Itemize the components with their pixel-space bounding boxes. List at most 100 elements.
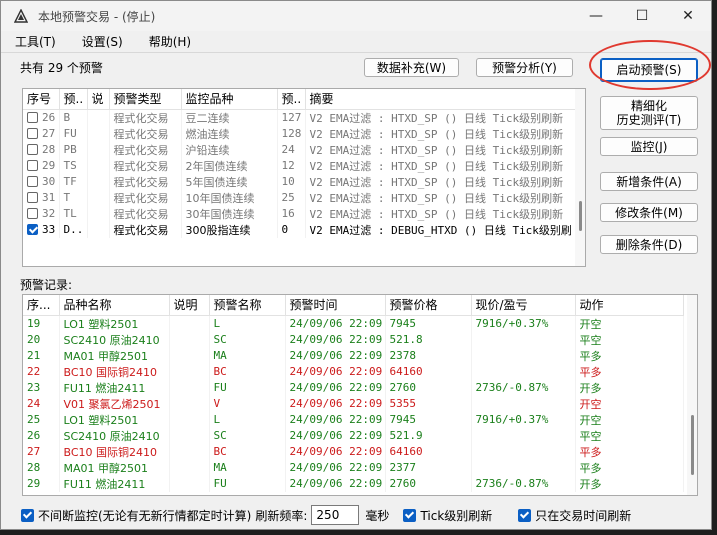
rule-checkbox[interactable] <box>27 128 38 139</box>
rule-note <box>87 173 110 190</box>
log-row[interactable]: 27 BC10 国际铜2410 BC 24/09/06 22:09 64160 平多 <box>23 443 684 460</box>
modify-condition-button[interactable]: 修改条件(M) <box>600 203 698 222</box>
window-title: 本地预警交易 - (停止) <box>38 9 156 24</box>
rule-type: 程式化交易 <box>109 221 182 238</box>
minimize-button[interactable]: — <box>573 1 619 31</box>
log-pnl: 2736/-0.87% <box>471 379 576 396</box>
rules-col-code[interactable]: 预.. <box>59 89 88 110</box>
menu-settings[interactable]: 设置(S) <box>76 32 129 51</box>
rule-symbol: 30年国债连续 <box>181 205 278 222</box>
main-window: 本地预警交易 - (停止) — ☐ ✕ 工具(T) 设置(S) 帮助(H) 共有… <box>0 0 712 530</box>
rule-no: 27 <box>42 127 56 140</box>
rules-scroll-thumb[interactable] <box>579 201 582 231</box>
log-row[interactable]: 22 BC10 国际铜2410 BC 24/09/06 22:09 64160 平多 <box>23 363 684 380</box>
checkbox-checked-icon <box>518 508 532 522</box>
rule-row[interactable]: 28 PB 程式化交易 沪铅连续 24 V2 EMA过滤 : HTXD_SP () 日线 … <box>23 141 584 158</box>
log-price: 521.9 <box>385 427 472 444</box>
log-row[interactable]: 29 FU11 燃油2411 FU 24/09/06 22:09 2760 2736/-0… <box>23 475 684 492</box>
rule-row[interactable]: 32 TL 程式化交易 30年国债连续 16 V2 EMA过滤 : HTXD_SP () … <box>23 205 584 222</box>
rules-col-note[interactable]: 说 <box>87 89 110 110</box>
bottom-options-bar: 不间断监控(无论有无新行情都定时计算) 刷新频率: 毫秒 Tick级别刷新 只在… <box>1 503 711 527</box>
rule-row[interactable]: 27 FU 程式化交易 燃油连续 128 V2 EMA过滤 : HTXD_SP () 日线… <box>23 125 584 142</box>
rule-checkbox[interactable] <box>27 144 38 155</box>
trade-time-refresh-checkbox[interactable]: 只在交易时间刷新 <box>518 507 631 524</box>
log-note <box>169 347 210 364</box>
refresh-rate-unit: 毫秒 <box>365 508 390 523</box>
rules-col-count[interactable]: 预.. <box>277 89 306 110</box>
refresh-rate-input[interactable] <box>311 505 360 525</box>
log-price: 2378 <box>385 347 472 364</box>
log-no: 20 <box>23 331 60 348</box>
log-row[interactable]: 21 MA01 甲醇2501 MA 24/09/06 22:09 2378 平多 <box>23 347 684 364</box>
rule-checkbox[interactable] <box>27 224 38 235</box>
delete-condition-button[interactable]: 删除条件(D) <box>600 235 698 254</box>
maximize-button[interactable]: ☐ <box>619 1 665 31</box>
log-pnl: 2736/-0.87% <box>471 475 576 492</box>
rule-checkbox[interactable] <box>27 160 38 171</box>
log-pnl <box>471 363 576 380</box>
log-col-product[interactable]: 品种名称 <box>59 295 170 316</box>
data-fill-button[interactable]: 数据补充(W) <box>364 58 459 77</box>
log-col-alert[interactable]: 预警名称 <box>209 295 286 316</box>
monitor-button[interactable]: 监控(J) <box>600 137 698 156</box>
checkbox-checked-icon <box>21 508 34 522</box>
rule-checkbox[interactable] <box>27 112 38 123</box>
rule-summary: V2 EMA过滤 : HTXD_SP () 日线 Tick级别刷新 <box>305 109 584 126</box>
refine-backtest-button[interactable]: 精细化 历史测评(T) <box>600 96 698 130</box>
log-pnl <box>471 395 576 412</box>
rule-row[interactable]: 26 B 程式化交易 豆二连续 127 V2 EMA过滤 : HTXD_SP () 日线 … <box>23 109 584 126</box>
rule-symbol: 10年国债连续 <box>181 189 278 206</box>
start-alert-button[interactable]: 启动预警(S) <box>600 58 698 82</box>
rule-checkbox[interactable] <box>27 192 38 203</box>
log-row[interactable]: 19 LO1 塑料2501 L 24/09/06 22:09 7945 7916/+0.3… <box>23 315 684 332</box>
log-col-pnl[interactable]: 现价/盈亏 <box>471 295 576 316</box>
log-row[interactable]: 26 SC2410 原油2410 SC 24/09/06 22:09 521.9 平空 <box>23 427 684 444</box>
log-note <box>169 363 210 380</box>
rule-count: 24 <box>277 141 306 158</box>
menu-tools[interactable]: 工具(T) <box>9 32 62 51</box>
alert-analysis-button[interactable]: 预警分析(Y) <box>476 58 573 77</box>
log-row[interactable]: 25 LO1 塑料2501 L 24/09/06 22:09 7945 7916/+0.3… <box>23 411 684 428</box>
log-row[interactable]: 24 V01 聚氯乙烯2501 V 24/09/06 22:09 5355 开空 <box>23 395 684 412</box>
rule-type: 程式化交易 <box>109 205 182 222</box>
rules-col-symbol[interactable]: 监控品种 <box>181 89 278 110</box>
log-pnl <box>471 331 576 348</box>
log-no: 21 <box>23 347 60 364</box>
log-scroll-thumb[interactable] <box>691 415 694 475</box>
log-pnl <box>471 347 576 364</box>
log-row[interactable]: 23 FU11 燃油2411 FU 24/09/06 22:09 2760 2736/-0… <box>23 379 684 396</box>
log-row[interactable]: 28 MA01 甲醇2501 MA 24/09/06 22:09 2377 平多 <box>23 459 684 476</box>
rule-row[interactable]: 29 TS 程式化交易 2年国债连续 12 V2 EMA过滤 : HTXD_SP () 日… <box>23 157 584 174</box>
log-price: 2377 <box>385 459 472 476</box>
rule-row[interactable]: 30 TF 程式化交易 5年国债连续 10 V2 EMA过滤 : HTXD_SP () 日… <box>23 173 584 190</box>
rules-col-summary[interactable]: 摘要 <box>305 89 584 110</box>
log-col-action[interactable]: 动作 <box>575 295 684 316</box>
log-col-price[interactable]: 预警价格 <box>385 295 472 316</box>
log-scrollbar[interactable] <box>687 295 697 495</box>
rule-note <box>87 141 110 158</box>
rule-symbol: 2年国债连续 <box>181 157 278 174</box>
rule-checkbox[interactable] <box>27 176 38 187</box>
log-col-time[interactable]: 预警时间 <box>285 295 386 316</box>
tick-refresh-checkbox[interactable]: Tick级别刷新 <box>403 507 492 524</box>
menu-help[interactable]: 帮助(H) <box>143 32 197 51</box>
rules-col-no[interactable]: 序号 <box>23 89 60 110</box>
refine-backtest-line1: 精细化 <box>630 99 667 113</box>
rule-row[interactable]: 31 T 程式化交易 10年国债连续 25 V2 EMA过滤 : HTXD_SP () 日… <box>23 189 584 206</box>
log-col-no[interactable]: 序... <box>23 295 60 316</box>
rule-note <box>87 205 110 222</box>
rule-type: 程式化交易 <box>109 157 182 174</box>
add-condition-button[interactable]: 新增条件(A) <box>600 172 698 191</box>
rule-checkbox[interactable] <box>27 208 38 219</box>
continuous-monitor-checkbox[interactable]: 不间断监控(无论有无新行情都定时计算) <box>21 507 251 524</box>
log-product: BC10 国际铜2410 <box>59 443 170 460</box>
rules-scrollbar[interactable] <box>575 89 585 266</box>
log-action: 开空 <box>575 411 684 428</box>
close-button[interactable]: ✕ <box>665 1 711 31</box>
log-col-note[interactable]: 说明 <box>169 295 210 316</box>
log-row[interactable]: 20 SC2410 原油2410 SC 24/09/06 22:09 521.8 平空 <box>23 331 684 348</box>
log-product: FU11 燃油2411 <box>59 475 170 492</box>
rules-col-type[interactable]: 预警类型 <box>109 89 182 110</box>
rule-row[interactable]: 33 D.. 程式化交易 300股指连续 0 V2 EMA过滤 : DEBUG_HTXD … <box>23 221 584 238</box>
log-product: SC2410 原油2410 <box>59 427 170 444</box>
